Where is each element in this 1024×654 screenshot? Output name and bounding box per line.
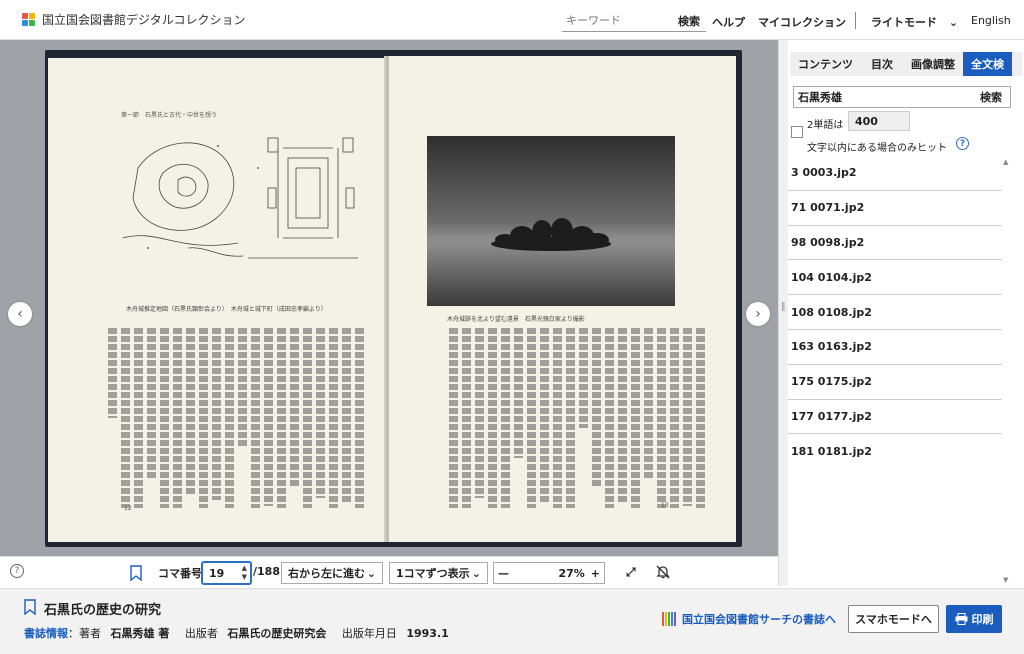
fulltext-search-input[interactable] [798,90,948,104]
app-header: 国立国会図書館デジタルコレクション 検索 ヘルプ マイコレクション ライトモード… [0,0,1024,40]
search-button[interactable]: 検索 [678,13,700,29]
right-page: 木舟城跡を北より望む遠景 石黒光親白家より撮影 13 [389,56,736,542]
search-result-item[interactable]: 175 0175.jp2 [788,365,1002,400]
chevron-down-icon: ⌄ [366,566,376,580]
chevron-down-icon: ⌄ [948,16,959,29]
keyword-input[interactable] [562,14,678,27]
fulltext-search-box: 検索 [793,86,1011,108]
page-number-value: 19 [209,566,225,580]
theme-label: ライトモード [871,16,937,29]
search-results-list: 3 0003.jp2 71 0071.jp2 98 0098.jp2 104 0… [788,156,1002,469]
left-body-text [108,328,364,508]
author-value: 石黒秀雄 著 [110,627,170,640]
ndl-search-link[interactable]: 国立国会図書館サーチの書誌へ [662,611,836,627]
scroll-down-icon[interactable]: ▼ [1003,576,1008,584]
tab-contents[interactable]: コンテンツ [790,52,861,76]
page-total: /188 [253,565,280,578]
printer-icon [955,613,967,625]
castle-site-photo [427,136,675,306]
search-result-item[interactable]: 98 0098.jp2 [788,226,1002,261]
panel-tabs: コンテンツ 目次 画像調整 全文検 [790,52,1022,76]
direction-select[interactable]: 右から左に進む ⌄ [281,562,383,584]
spinner-arrows-icon[interactable]: ▲ ▼ [242,564,247,582]
ndl-logo-icon [22,12,36,27]
search-result-item[interactable]: 3 0003.jp2 [788,156,1002,191]
page-number-input[interactable]: 19 ▲ ▼ [201,561,252,585]
zoom-unit: % [573,566,585,580]
drag-handle-icon: ‖ [781,302,786,312]
image-viewer[interactable]: 第一節 石黒氏と古代・中世を想う 木舟城推定地図（石黒氏顕彰会より） 木舟城と城… [0,40,778,556]
left-figure-caption: 木舟城推定地図（石黒氏顕彰会より） 木舟城と城下町（成田忠孝編より） [126,306,327,313]
bibliographic-info-link[interactable]: 書誌情報 [24,627,68,640]
page-number-label: コマ番号 [158,567,202,580]
header-divider [855,12,856,29]
zoom-control: — 27% + [493,562,605,584]
my-collection-link[interactable]: マイコレクション [758,14,846,30]
proximity-distance-input[interactable]: 400 [848,111,910,131]
chevron-down-icon: ⌄ [471,566,481,580]
fulltext-search-button[interactable]: 検索 [980,89,1002,105]
fulltext-search-panel: コンテンツ 目次 画像調整 全文検 検索 2単語は 400 文字以内にある場合の… [788,40,1024,586]
bookmark-icon[interactable] [130,565,142,581]
search-result-item[interactable]: 108 0108.jp2 [788,295,1002,330]
proximity-checkbox[interactable] [791,126,803,138]
publisher-value: 石黒氏の歴史研究会 [227,627,327,640]
running-head: 第一節 石黒氏と古代・中世を想う [121,112,218,119]
right-page-number: 13 [661,502,669,509]
ndl-search-link-label: 国立国会図書館サーチの書誌へ [682,613,836,626]
site-title: 国立国会図書館デジタルコレクション [42,13,246,27]
left-page: 第一節 石黒氏と古代・中世を想う 木舟城推定地図（石黒氏顕彰会より） 木舟城と城… [48,58,386,542]
keyword-search: 検索 [562,10,706,32]
bookmark-icon[interactable] [24,599,36,615]
proximity-prefix: 2単語は [807,120,844,131]
date-value: 1993.1 [406,627,449,640]
question-mark-icon[interactable]: ? [956,137,969,150]
panel-splitter[interactable]: ‖ [778,40,788,586]
display-mode-value: 1コマずつ表示 [396,567,470,580]
zoom-level: 27% [558,567,584,580]
search-result-item[interactable]: 177 0177.jp2 [788,400,1002,435]
proximity-suffix: 文字以内にある場合のみヒット [807,143,947,154]
ndl-search-logo-icon [662,612,676,626]
right-photo-caption: 木舟城跡を北より望む遠景 石黒光親白家より撮影 [447,316,585,323]
author-label: ：著者 [68,627,101,640]
tab-toc[interactable]: 目次 [861,52,903,76]
prev-page-button[interactable]: ‹ [8,302,32,326]
tab-image-adjust[interactable]: 画像調整 [903,52,963,76]
help-link[interactable]: ヘルプ [712,14,745,30]
chevron-right-icon: › [755,306,761,322]
display-mode-select[interactable]: 1コマずつ表示 ⌄ [389,562,488,584]
search-result-item[interactable]: 181 0181.jp2 [788,434,1002,469]
fullscreen-icon[interactable]: ⤢ [626,565,636,580]
right-body-text [449,328,705,508]
left-page-number: 12 [124,505,132,512]
search-result-item[interactable]: 71 0071.jp2 [788,191,1002,226]
date-label: 出版年月日 [341,627,397,640]
chevron-left-icon: ‹ [17,306,23,322]
print-button-label: 印刷 [971,613,994,626]
zoom-out-button[interactable]: — [498,567,509,580]
search-result-item[interactable]: 104 0104.jp2 [788,260,1002,296]
viewer-toolbar: ? コマ番号 19 ▲ ▼ /188 右から左に進む ⌄ 1コマずつ表示 ⌄ — … [0,556,778,588]
zoom-in-button[interactable]: + [591,567,600,580]
tab-fulltext-search[interactable]: 全文検 [963,52,1012,76]
site-logo[interactable]: 国立国会図書館デジタルコレクション [22,11,246,28]
direction-value: 右から左に進む [288,567,365,580]
search-result-item[interactable]: 163 0163.jp2 [788,330,1002,365]
help-icon[interactable]: ? [10,564,24,578]
castle-map-figure [122,137,358,259]
smartphone-mode-button[interactable]: スマホモードへ [848,605,939,633]
language-link[interactable]: English [971,14,1011,27]
theme-selector[interactable]: ライトモード ⌄ [871,14,958,30]
book-info-footer: 石黒氏の歴史の研究 書誌情報：著者 石黒秀雄 著 出版者 石黒氏の歴史研究会 出… [0,588,1024,654]
scroll-up-icon[interactable]: ▲ [1003,158,1008,166]
print-button[interactable]: 印刷 [946,605,1002,633]
next-page-button[interactable]: › [746,302,770,326]
publisher-label: 出版者 [184,627,218,640]
book-title: 石黒氏の歴史の研究 [44,603,162,618]
book-scan: 第一節 石黒氏と古代・中世を想う 木舟城推定地図（石黒氏顕彰会より） 木舟城と城… [45,50,742,547]
zoom-value: 27 [558,566,574,580]
notification-off-icon[interactable] [655,564,671,580]
bibliographic-meta: 書誌情報：著者 石黒秀雄 著 出版者 石黒氏の歴史研究会 出版年月日 1993.… [24,625,449,641]
